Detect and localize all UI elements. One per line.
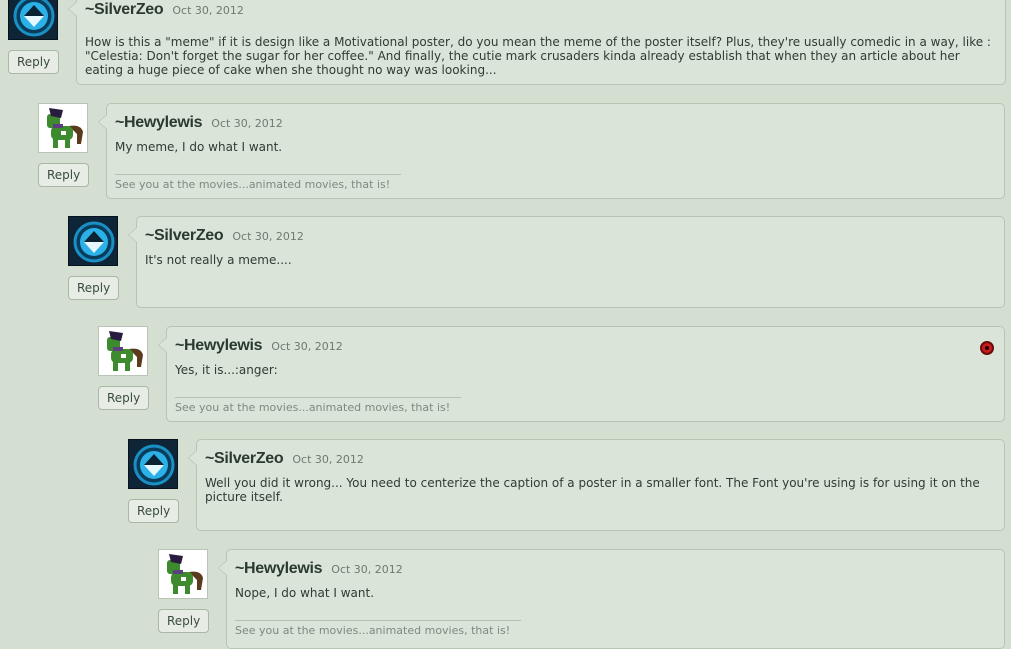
triangle-emblem-icon	[133, 444, 175, 486]
hewylewis-pony-avatar[interactable]	[158, 549, 208, 599]
comment-date[interactable]: Oct 30, 2012	[232, 230, 304, 243]
signature: See you at the movies...animated movies,…	[175, 401, 451, 414]
username-link[interactable]: ~Hewylewis	[235, 560, 323, 577]
reply-button[interactable]: Reply	[128, 499, 180, 523]
comment-date[interactable]: Oct 30, 2012	[292, 453, 364, 466]
signature: See you at the movies...animated movies,…	[235, 624, 511, 637]
comment-bubble: ~Hewylewis Oct 30, 2012 Nope, I do what I…	[218, 549, 1005, 649]
silverzeo-avatar[interactable]	[128, 439, 178, 489]
comment-header: ~SilverZeo Oct 30, 2012	[85, 0, 244, 19]
silverzeo-avatar[interactable]	[8, 0, 58, 40]
comment-body: Nope, I do what I want.	[235, 586, 375, 600]
comment-body: How is this a "meme" if it is design lik…	[85, 35, 991, 77]
username-link[interactable]: ~SilverZeo	[85, 1, 164, 18]
comment-bubble: ~SilverZeo Oct 30, 2012 It's not really a…	[128, 216, 1005, 308]
comment-header: ~Hewylewis Oct 30, 2012	[175, 335, 343, 355]
username-link[interactable]: ~Hewylewis	[175, 337, 263, 354]
comment-body: Well you did it wrong... You need to cen…	[205, 476, 980, 504]
comment-header: ~Hewylewis Oct 30, 2012	[235, 558, 403, 578]
comment-5: Reply ~SilverZeo Oct 30, 2012 Well you di…	[128, 439, 1005, 531]
reply-button[interactable]: Reply	[158, 609, 210, 633]
triangle-emblem-icon	[13, 0, 55, 37]
comment-4: Reply ~Hewylewis Oct 30, 2012 Yes, it is.…	[98, 326, 1005, 422]
comment-date[interactable]: Oct 30, 2012	[271, 340, 343, 353]
comment-2: Reply ~Hewylewis Oct 30, 2012 My meme, I …	[38, 103, 1005, 199]
comment-bubble: ~SilverZeo Oct 30, 2012 How is this a "me…	[68, 0, 1006, 85]
pony-avatar-icon	[47, 108, 83, 148]
reply-button[interactable]: Reply	[38, 163, 90, 187]
signature-divider	[175, 397, 461, 398]
signature-divider	[235, 620, 521, 621]
comment-1: Reply ~SilverZeo Oct 30, 2012 How is this…	[8, 0, 1006, 85]
comment-6: Reply ~Hewylewis Oct 30, 2012 Nope, I do …	[158, 549, 1005, 649]
signature: See you at the movies...animated movies,…	[115, 178, 391, 191]
username-link[interactable]: ~SilverZeo	[145, 227, 224, 244]
triangle-emblem-icon	[73, 221, 115, 263]
comment-body: Yes, it is...:anger:	[175, 363, 278, 377]
signature-divider	[115, 174, 401, 175]
pony-avatar-icon	[107, 331, 143, 371]
comment-header: ~SilverZeo Oct 30, 2012	[145, 225, 304, 245]
red-dot-icon[interactable]	[980, 341, 994, 355]
reply-button[interactable]: Reply	[98, 386, 150, 410]
comment-body: My meme, I do what I want.	[115, 140, 283, 154]
username-link[interactable]: ~Hewylewis	[115, 114, 203, 131]
reply-button[interactable]: Reply	[8, 50, 60, 74]
username-link[interactable]: ~SilverZeo	[205, 450, 284, 467]
comment-date[interactable]: Oct 30, 2012	[172, 4, 244, 17]
comment-bubble: ~Hewylewis Oct 30, 2012 My meme, I do wha…	[98, 103, 1005, 199]
comment-date[interactable]: Oct 30, 2012	[211, 117, 283, 130]
comment-bubble: ~Hewylewis Oct 30, 2012 Yes, it is...:ang…	[158, 326, 1005, 422]
comment-bubble: ~SilverZeo Oct 30, 2012 Well you did it w…	[188, 439, 1005, 531]
silverzeo-avatar[interactable]	[68, 216, 118, 266]
comment-date[interactable]: Oct 30, 2012	[331, 563, 403, 576]
comment-3: Reply ~SilverZeo Oct 30, 2012 It's not re…	[68, 216, 1005, 308]
pony-avatar-icon	[167, 554, 203, 594]
hewylewis-pony-avatar[interactable]	[38, 103, 88, 153]
comment-header: ~Hewylewis Oct 30, 2012	[115, 112, 283, 132]
comment-body: It's not really a meme....	[145, 253, 292, 267]
comment-header: ~SilverZeo Oct 30, 2012	[205, 448, 364, 468]
hewylewis-pony-avatar[interactable]	[98, 326, 148, 376]
reply-button[interactable]: Reply	[68, 276, 120, 300]
